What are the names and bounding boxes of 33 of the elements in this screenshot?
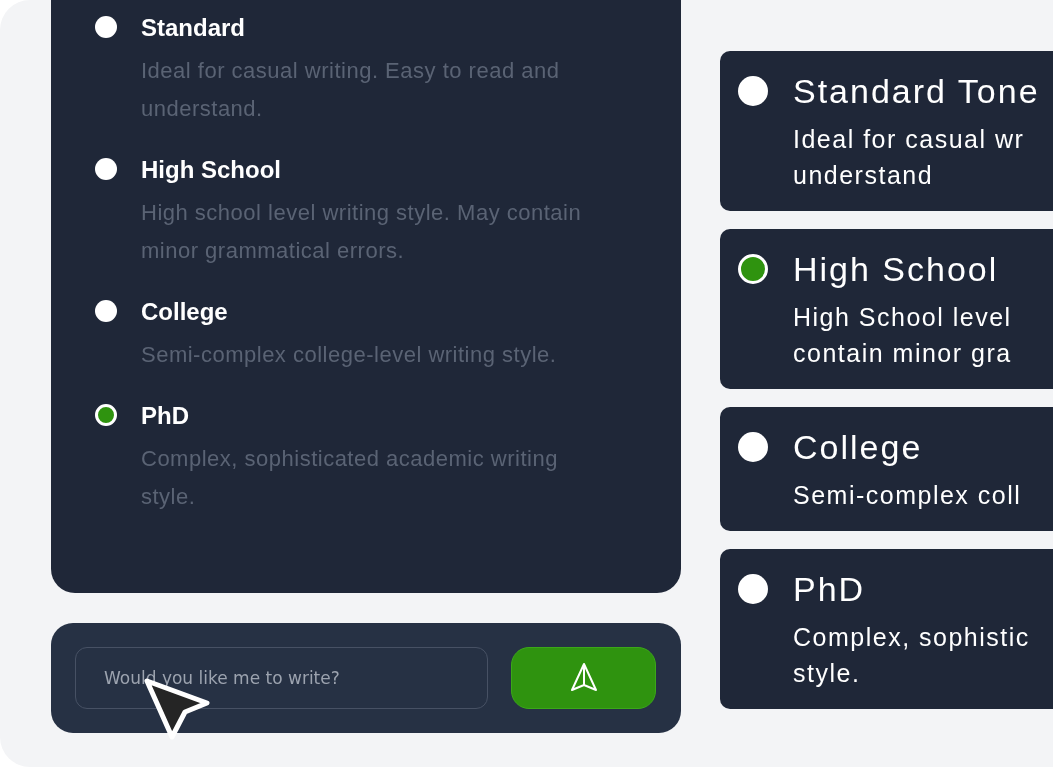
send-button[interactable] bbox=[511, 647, 656, 709]
option-title: PhD bbox=[141, 401, 190, 431]
option-description: Semi-complex college-level writing style. bbox=[141, 341, 557, 369]
option-description: High school level writing style. May contain minor grammatical errors. bbox=[141, 199, 583, 265]
radio-button[interactable] bbox=[95, 404, 117, 426]
option-description: Ideal for casual writing. Easy to read and understand. bbox=[141, 57, 561, 123]
option-title: Standard bbox=[141, 13, 246, 43]
tone-description: Complex, sophistic bbox=[793, 622, 1031, 653]
tone-description: contain minor gra bbox=[793, 338, 1013, 369]
tone-card[interactable]: Standard Tone Ideal for casual wr understand bbox=[720, 51, 1053, 211]
option-title: College bbox=[141, 297, 229, 327]
radio-button[interactable] bbox=[95, 300, 117, 322]
tone-title: PhD bbox=[793, 569, 866, 609]
radio-button[interactable] bbox=[738, 432, 768, 462]
option-description: Complex, sophisticated academic writing style. bbox=[141, 445, 559, 511]
tone-card[interactable]: PhD Complex, sophistic style. bbox=[720, 549, 1053, 709]
tone-title: Standard Tone bbox=[793, 71, 1040, 111]
tone-title: College bbox=[793, 427, 923, 467]
tone-title: High School bbox=[793, 249, 999, 289]
tone-description: Semi-complex coll bbox=[793, 480, 1023, 511]
tone-card[interactable]: High School High School level contain minor gra bbox=[720, 229, 1053, 389]
tone-description: style. bbox=[793, 658, 862, 689]
tone-card[interactable]: College Semi-complex coll bbox=[720, 407, 1053, 531]
tone-description: understand bbox=[793, 160, 935, 191]
radio-button[interactable] bbox=[738, 254, 768, 284]
radio-button[interactable] bbox=[95, 16, 117, 38]
radio-button[interactable] bbox=[95, 158, 117, 180]
radio-button[interactable] bbox=[738, 76, 768, 106]
radio-button[interactable] bbox=[738, 574, 768, 604]
option-title: High School bbox=[141, 155, 282, 185]
tone-description: Ideal for casual wr bbox=[793, 124, 1026, 155]
tone-description: High School level bbox=[793, 302, 1013, 333]
send-icon bbox=[568, 662, 599, 694]
